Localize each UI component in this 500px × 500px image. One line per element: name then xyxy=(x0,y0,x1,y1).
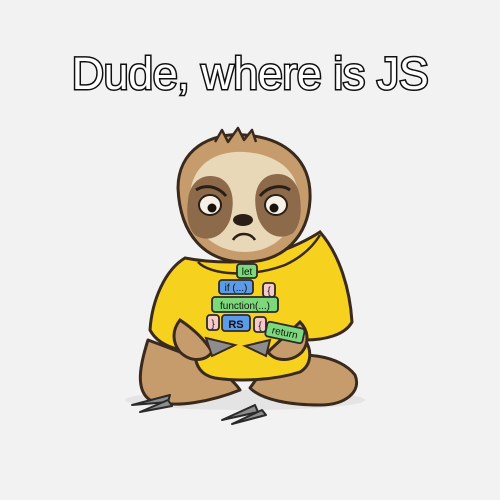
label-if: if (...) xyxy=(225,283,248,294)
sloth-head xyxy=(176,126,312,264)
label-let: let xyxy=(242,267,253,278)
label-rs: RS xyxy=(228,319,243,331)
sloth-illustration: let if (...) { function(...) } RS { retu… xyxy=(125,126,365,425)
label-function: function(...) xyxy=(220,301,270,312)
meme-canvas: Dude, where is JS let if (...) {functio… xyxy=(0,0,500,500)
